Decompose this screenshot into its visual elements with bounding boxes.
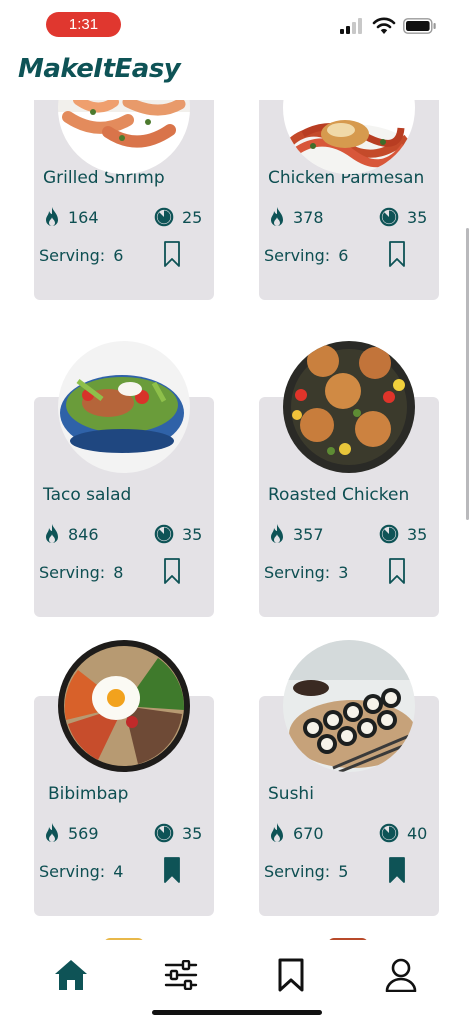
serving-label: Serving:	[264, 246, 331, 265]
status-bar: 1:31	[0, 0, 473, 50]
calories-stat: 164	[44, 207, 99, 227]
timer-icon	[379, 207, 399, 227]
nav-filter-button[interactable]	[156, 950, 206, 1000]
flame-icon	[271, 207, 283, 226]
time-stat: 40	[379, 823, 427, 843]
recipe-grid[interactable]: Grilled Shrimp 164 25 Serving: 6 Chicken…	[0, 100, 473, 940]
serving-label: Serving:	[39, 862, 106, 881]
flame-icon	[46, 207, 58, 226]
recipe-name: Taco salad	[43, 485, 132, 505]
time-value: 40	[407, 823, 428, 843]
profile-icon	[385, 958, 417, 992]
calories-value: 378	[293, 207, 324, 227]
home-icon	[55, 960, 87, 990]
bookmark-icon[interactable]	[389, 558, 405, 584]
flame-icon	[271, 524, 283, 543]
timer-icon	[379, 524, 399, 544]
bookmark-filled-icon[interactable]	[389, 857, 405, 883]
serving-row: Serving: 4	[39, 862, 123, 881]
serving-row: Serving: 5	[264, 862, 348, 881]
time-value: 25	[182, 207, 203, 227]
recipe-name: Roasted Chicken	[268, 485, 410, 505]
bookmark-icon[interactable]	[164, 241, 180, 267]
time-value: 35	[407, 207, 428, 227]
calories-stat: 670	[269, 823, 324, 843]
status-time: 1:31	[46, 12, 121, 37]
time-value: 35	[182, 823, 203, 843]
recipe-photo[interactable]	[58, 341, 190, 473]
calories-stat: 357	[269, 524, 324, 544]
recipe-name: Sushi	[268, 784, 314, 804]
time-stat: 35	[154, 823, 202, 843]
timer-icon	[154, 524, 174, 544]
timer-icon	[379, 823, 399, 843]
time-stat: 35	[379, 207, 427, 227]
recipe-photo[interactable]	[283, 341, 415, 473]
time-value: 35	[182, 524, 203, 544]
serving-row: Serving: 6	[39, 246, 123, 265]
time-stat: 35	[379, 524, 427, 544]
serving-label: Serving:	[264, 563, 331, 582]
calories-stat: 846	[44, 524, 99, 544]
battery-icon	[403, 18, 436, 34]
timer-icon	[154, 823, 174, 843]
serving-value: 3	[338, 563, 349, 582]
time-stat: 25	[154, 207, 202, 227]
serving-row: Serving: 6	[264, 246, 348, 265]
serving-row: Serving: 3	[264, 563, 348, 582]
calories-value: 846	[68, 524, 99, 544]
serving-row: Serving: 8	[39, 563, 123, 582]
time-value: 35	[407, 524, 428, 544]
serving-value: 6	[338, 246, 349, 265]
flame-icon	[46, 823, 58, 842]
timer-icon	[154, 207, 174, 227]
calories-stat: 569	[44, 823, 99, 843]
bookmark-icon	[278, 958, 304, 992]
serving-value: 4	[113, 862, 124, 881]
calories-value: 164	[68, 207, 99, 227]
calories-stat: 378	[269, 207, 324, 227]
bookmark-icon[interactable]	[164, 558, 180, 584]
serving-label: Serving:	[264, 862, 331, 881]
scrollbar[interactable]	[466, 228, 469, 520]
app-title: MakeItEasy	[18, 54, 181, 84]
serving-value: 6	[113, 246, 124, 265]
filter-icon	[164, 960, 198, 990]
nav-profile-button[interactable]	[376, 950, 426, 1000]
flame-icon	[46, 524, 58, 543]
calories-value: 670	[293, 823, 324, 843]
time-stat: 35	[154, 524, 202, 544]
calories-value: 569	[68, 823, 99, 843]
nav-home-button[interactable]	[46, 950, 96, 1000]
bookmark-icon[interactable]	[389, 241, 405, 267]
wifi-icon	[372, 17, 396, 34]
home-indicator[interactable]	[152, 1010, 322, 1015]
serving-label: Serving:	[39, 563, 106, 582]
serving-label: Serving:	[39, 246, 106, 265]
nav-saved-button[interactable]	[266, 950, 316, 1000]
serving-value: 8	[113, 563, 124, 582]
flame-icon	[271, 823, 283, 842]
bookmark-filled-icon[interactable]	[164, 857, 180, 883]
cellular-signal-icon	[340, 18, 362, 34]
serving-value: 5	[338, 862, 349, 881]
recipe-photo[interactable]	[58, 640, 190, 772]
recipe-photo[interactable]	[283, 640, 415, 772]
calories-value: 357	[293, 524, 324, 544]
recipe-name: Bibimbap	[48, 784, 129, 804]
